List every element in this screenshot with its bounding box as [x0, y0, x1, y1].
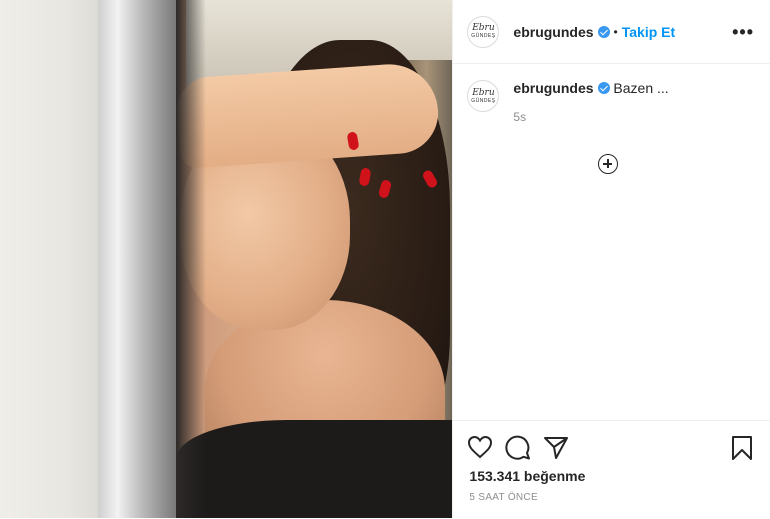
caption-text: Bazen ... [613, 80, 669, 96]
action-icons [453, 421, 770, 465]
avatar-logo-text: GÜNDEŞ [471, 33, 496, 39]
share-icon[interactable] [543, 435, 569, 461]
photo-nails [340, 128, 439, 208]
caption-age: 5s [513, 110, 527, 124]
caption-username[interactable]: ebrugundes [513, 80, 593, 96]
photo-wall [0, 0, 98, 518]
caption: Ebru GÜNDEŞ ebrugundes Bazen ... 5s [453, 64, 770, 124]
avatar[interactable]: Ebru GÜNDEŞ [467, 15, 500, 48]
bookmark-icon[interactable] [731, 435, 753, 461]
username-link[interactable]: ebrugundes [513, 24, 593, 40]
heart-icon[interactable] [467, 435, 493, 459]
post-header: Ebru GÜNDEŞ ebrugundes • Takip Et ••• [453, 0, 770, 64]
caption-text-block: ebrugundes Bazen ... 5s [513, 80, 668, 124]
follow-button[interactable]: Takip Et [622, 24, 675, 40]
verified-badge-icon [597, 82, 610, 94]
comment-icon[interactable] [505, 435, 531, 461]
caption-line: ebrugundes Bazen ... [513, 80, 668, 96]
separator-dot: • [613, 24, 618, 39]
avatar-logo-text: GÜNDEŞ [471, 97, 496, 104]
more-options-icon[interactable]: ••• [732, 22, 754, 43]
like-count[interactable]: 153.341 beğenme [469, 468, 585, 484]
post-side-panel: Ebru GÜNDEŞ ebrugundes • Takip Et ••• Eb… [452, 0, 770, 518]
instagram-post: Ebru GÜNDEŞ ebrugundes • Takip Et ••• Eb… [0, 0, 770, 518]
photo-black-top [176, 420, 453, 518]
avatar-logo-script: Ebru [472, 23, 495, 33]
avatar-logo-script: Ebru [472, 87, 495, 98]
post-actions: 153.341 beğenme 5 SAAT ÖNCE [453, 420, 770, 519]
add-icon[interactable] [598, 154, 619, 174]
photo-pillar [98, 0, 176, 518]
verified-badge-icon [597, 25, 610, 38]
caption-avatar[interactable]: Ebru GÜNDEŞ [467, 80, 500, 112]
post-photo[interactable] [0, 0, 453, 518]
photo-shadow [176, 0, 206, 518]
post-timestamp[interactable]: 5 SAAT ÖNCE [469, 492, 538, 503]
